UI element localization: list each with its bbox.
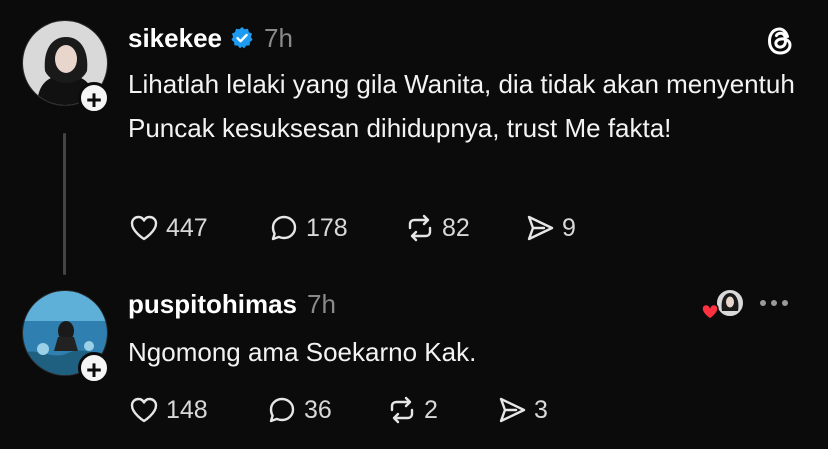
send-icon [527, 215, 554, 241]
like-count: 447 [166, 213, 208, 242]
reply-button[interactable]: 36 [266, 392, 332, 428]
heart-icon [130, 397, 158, 423]
more-dot [771, 300, 777, 306]
threads-logo-icon[interactable] [763, 24, 797, 58]
comment-icon [271, 215, 297, 241]
liked-heart-icon [701, 303, 719, 320]
repost-button[interactable]: 2 [386, 392, 438, 428]
follow-plus-icon[interactable]: + [78, 82, 110, 115]
heart-icon [130, 215, 158, 241]
username[interactable]: sikekee [128, 23, 222, 54]
like-button[interactable]: 148 [128, 392, 208, 428]
more-options-button[interactable] [760, 288, 788, 318]
reply-count: 178 [306, 213, 348, 242]
verified-badge-icon [231, 27, 253, 49]
post-text: Lihatlah lelaki yang gila Wanita, dia ti… [128, 69, 795, 143]
author-liked-indicator [700, 287, 750, 323]
more-dot [782, 300, 788, 306]
post-text: Ngomong ama Soekarno Kak. [128, 337, 477, 367]
reply-button[interactable]: 178 [268, 210, 348, 246]
send-icon [499, 397, 526, 423]
more-dot [760, 300, 766, 306]
share-count: 3 [534, 395, 548, 424]
repost-count: 82 [442, 213, 470, 242]
like-button[interactable]: 447 [128, 210, 208, 246]
repost-icon [390, 396, 414, 424]
share-button[interactable]: 3 [496, 392, 548, 428]
post-time: 7h [307, 288, 336, 319]
share-button[interactable]: 9 [524, 210, 576, 246]
post-time: 7h [263, 22, 293, 53]
repost-count: 2 [424, 395, 438, 424]
username[interactable]: puspitohimas [128, 289, 297, 320]
comment-icon [269, 397, 295, 423]
like-count: 148 [166, 395, 208, 424]
repost-icon [408, 214, 432, 242]
share-count: 9 [562, 213, 576, 242]
thread-line [63, 133, 66, 275]
repost-button[interactable]: 82 [404, 210, 470, 246]
follow-plus-icon[interactable]: + [78, 352, 110, 385]
reply-count: 36 [304, 395, 332, 424]
